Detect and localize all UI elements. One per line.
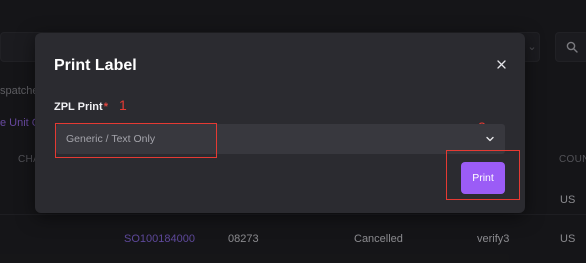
chevron-down-icon xyxy=(486,136,494,142)
zpl-print-label-text: ZPL Print xyxy=(54,101,103,113)
print-label-dialog: Print Label ZPL Print* 1 2 Generic / Tex… xyxy=(35,33,525,213)
print-button[interactable]: Print xyxy=(461,162,505,194)
dialog-title: Print Label xyxy=(54,57,137,74)
required-indicator: * xyxy=(103,101,108,113)
annotation-highlight-select xyxy=(55,123,217,158)
annotation-number-1: 1 xyxy=(119,97,127,113)
close-icon xyxy=(496,60,506,69)
close-button[interactable] xyxy=(492,56,510,74)
zpl-print-label: ZPL Print* xyxy=(54,101,108,113)
